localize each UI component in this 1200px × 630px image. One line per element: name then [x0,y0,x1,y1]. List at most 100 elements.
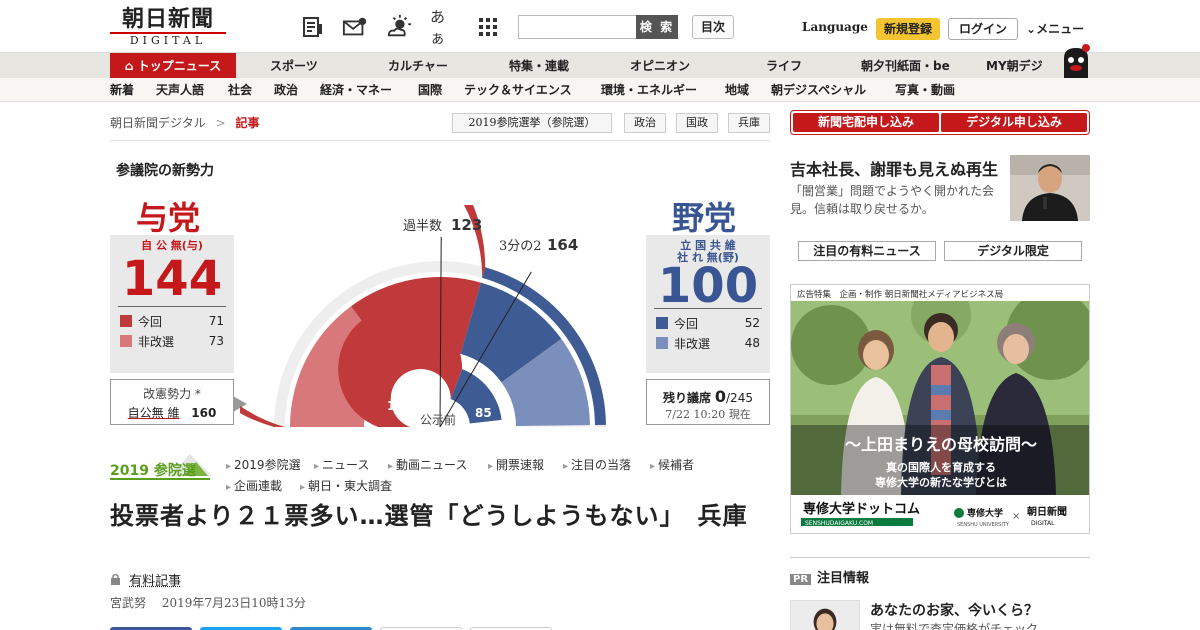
tab-candidates[interactable]: 候補者 [650,456,694,473]
ruling-coalition-label: 与党 [136,199,201,237]
legend-value: 48 [744,336,760,350]
digital-subscribe-button[interactable]: デジタル申し込み [941,113,1087,132]
amendment-value: 160 [191,406,217,420]
breadcrumb-home[interactable]: 朝日新聞デジタル [110,116,206,130]
ad-university-en: SENSHU UNIVERSITY [957,522,1010,528]
amendment-forces-box: 改憲勢力 * 自公無 維 160 [110,379,234,425]
feature-title[interactable]: 吉本社長、謝罪も見えぬ再生 [790,156,998,180]
divider [110,140,770,141]
subscribe-buttons: 新聞宅配申し込み デジタル申し込み [790,110,1090,135]
election-section-logo[interactable]: 2019 参院選 [110,450,212,480]
legend-label: 非改選 [674,336,711,351]
mascot-icon[interactable] [1060,44,1092,78]
opposition-prev-row: 非改選 48 [646,333,770,353]
tag-election[interactable]: 2019参院選挙（参院選） [452,113,612,133]
lock-icon [110,573,125,589]
nav-international[interactable]: 国際 [418,78,442,102]
two-thirds-label: 3分の2 [499,239,542,254]
ad-times: × [1012,511,1020,522]
tab-series[interactable]: 企画連載 [226,477,282,494]
nav-photo-video[interactable]: 写真・動画 [895,78,955,102]
two-thirds-value: 164 [547,236,578,254]
opposition-label: 野党 [672,199,737,237]
tab-video-news[interactable]: 動画ニュース [388,456,467,473]
font-size-icon[interactable]: あぁ [430,8,456,47]
grid-icon[interactable] [475,14,501,40]
publish-date: 2019年7月23日10時13分 [161,596,306,610]
tab-2019-election[interactable]: 2019参院選 [226,456,301,473]
nav-top-news-label: トップニュース [137,59,222,73]
tab-digital-only[interactable]: デジタル限定 [944,241,1082,261]
search-button[interactable]: 検 索 [636,15,678,39]
tab-results[interactable]: 開票速報 [488,456,544,473]
nav-special[interactable]: 朝デジスペシャル [771,78,866,102]
ruling-current-row: 今回 71 [110,311,234,331]
weather-icon[interactable] [386,14,412,40]
nav-economy[interactable]: 経済・マネー [320,78,392,102]
nav-politics[interactable]: 政治 [274,78,298,102]
feature-photo[interactable] [1010,155,1090,221]
nav-environment[interactable]: 環境・エネルギー [601,78,697,102]
site-logo[interactable]: 朝日新聞 DIGITAL [110,6,226,47]
ad-headline: 〜上田まりえの母校訪問〜 [845,435,1037,454]
tab-survey[interactable]: 朝日・東大調査 [300,477,392,494]
language-link[interactable]: Language [802,20,868,34]
pr-badge: PR [790,574,812,585]
nav-tech[interactable]: テック＆サイエンス [464,78,572,102]
byline: 宮武努 2019年7月23日10時13分 [110,594,306,611]
ad-sub2: 専修大学の新たな学びとは [875,475,1007,489]
paid-article-label: 有料記事 [129,574,182,589]
seat-chart: 過半数 123 3分の2 164 151 85 公示前 [240,205,606,428]
nav-my-asahi[interactable]: MY朝デジ [986,53,1043,79]
paid-article-badge[interactable]: 有料記事 [110,570,181,589]
logo-sub-text: DIGITAL [110,32,226,47]
tab-notable[interactable]: 注目の当落 [563,456,631,473]
breadcrumb: 朝日新聞デジタル > 記事 [110,114,260,131]
home-delivery-button[interactable]: 新聞宅配申し込み [793,113,939,132]
nav-opinion[interactable]: オピニオン [630,53,690,79]
nav-society[interactable]: 社会 [228,78,252,102]
pr-subtitle: 実は無料で査定価格がチェック [870,622,1039,630]
nav-culture[interactable]: カルチャー [388,53,448,79]
legend-swatch [656,337,668,349]
tag-national[interactable]: 国政 [676,113,718,133]
majority-value: 123 [451,216,482,234]
newspaper-icon[interactable] [300,14,326,40]
nav-life[interactable]: ライフ [766,53,802,79]
pr-thumbnail[interactable] [790,600,860,630]
nav-paper[interactable]: 朝夕刊紙面・be [861,53,950,79]
login-button[interactable]: ログイン [948,18,1018,40]
tag-politics[interactable]: 政治 [624,113,666,133]
register-button[interactable]: 新規登録 [876,18,940,40]
breadcrumb-separator: > [215,116,226,130]
tag-hyogo[interactable]: 兵庫 [728,113,770,133]
menu-button[interactable]: ⌄メニュー [1026,20,1084,37]
legend-value: 73 [208,334,224,348]
opposition-total: 100 [657,258,759,314]
remaining-total: /245 [726,391,753,405]
majority-label: 過半数 [403,219,442,234]
nav-latest[interactable]: 新着 [110,78,134,102]
amendment-parties: 自公無 維 [127,406,180,420]
logo-main-text: 朝日新聞 [121,6,214,32]
election-title: 参議院の新勢力 [116,163,214,179]
advertisement[interactable]: 広告特集 企画・制作 朝日新聞社メディアビジネス局 〜上田まりえの母校訪問〜 真… [790,284,1090,534]
remaining-seats-box: 残り議席 0/245 7/22 10:20 現在 [646,379,770,425]
nav-top-news[interactable]: ⌂ トップニュース [110,53,236,79]
pr-title[interactable]: あなたのお家、今いくら？ [870,600,1038,620]
tab-paid-news[interactable]: 注目の有料ニュース [798,241,936,261]
tab-news[interactable]: ニュース [314,456,369,473]
nav-tensei[interactable]: 天声人語 [156,78,204,102]
before-ruling-value: 151 [387,399,412,413]
envelope-icon[interactable] [342,14,368,40]
before-opposition-value: 85 [475,406,492,420]
toc-button[interactable]: 目次 [692,15,734,39]
legend-swatch [120,315,132,327]
nav-features[interactable]: 特集・連載 [509,53,569,79]
opposition-seat-box: 立 国 共 維 社 れ 無(野) 100 今回 52 非改選 48 [646,235,770,373]
search-input[interactable] [518,15,636,39]
nav-sports[interactable]: スポーツ [270,53,318,79]
legend-value: 52 [744,316,760,330]
amendment-title: 改憲勢力 * [143,387,201,401]
nav-region[interactable]: 地域 [725,78,749,102]
